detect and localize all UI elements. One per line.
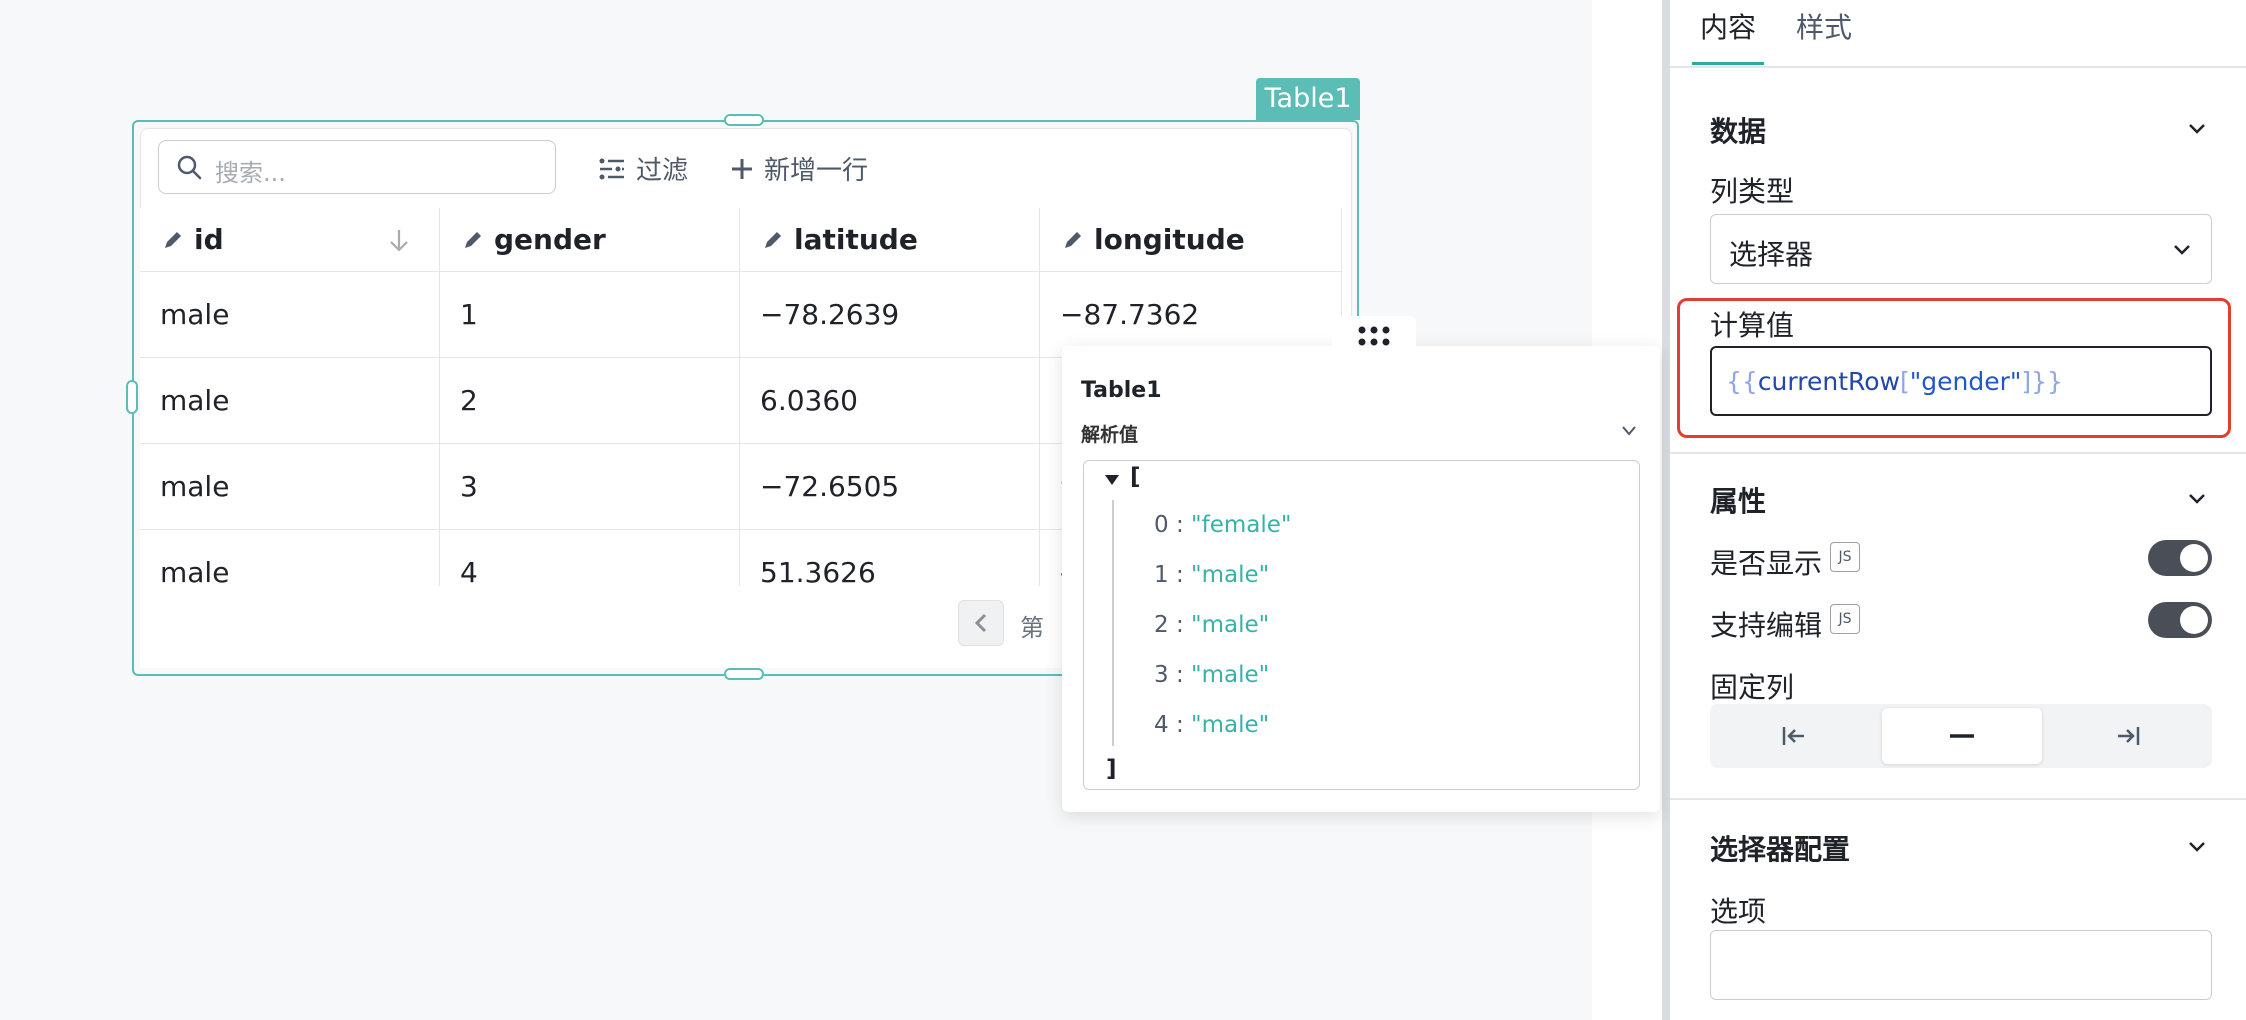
section-divider: [1670, 452, 2246, 454]
sort-down-icon[interactable]: [388, 228, 410, 254]
json-open-bracket: [: [1130, 464, 1141, 490]
chevron-down-icon[interactable]: [2186, 836, 2208, 858]
table-cell[interactable]: 1: [440, 272, 740, 358]
filter-label: 过滤: [636, 156, 689, 186]
prev-page-button[interactable]: [958, 600, 1004, 646]
column-title: latitude: [794, 223, 918, 256]
plus-icon: [732, 158, 752, 179]
json-close-bracket: ]: [1106, 756, 1117, 782]
popup-subtitle: 解析值: [1081, 424, 1139, 446]
column-header-gender[interactable]: gender: [440, 208, 740, 272]
add-row-button[interactable]: 新增一行: [730, 150, 868, 187]
edit-icon: [1065, 231, 1081, 248]
visible-toggle[interactable]: [2148, 540, 2212, 576]
section-title-data: 数据: [1710, 115, 1767, 148]
filter-icon: [599, 158, 624, 179]
table-cell[interactable]: male: [140, 358, 440, 444]
computed-value-label: 计算值: [1710, 309, 1795, 342]
search-input[interactable]: 搜索...: [158, 140, 556, 194]
editable-toggle[interactable]: [2148, 602, 2212, 638]
json-item: 1 : "male": [1154, 562, 1270, 588]
table-cell[interactable]: male: [140, 272, 440, 358]
chevron-down-icon: [2174, 245, 2190, 255]
widget-name-tag[interactable]: Table1: [1256, 78, 1360, 120]
resize-handle-top[interactable]: [724, 114, 764, 126]
section-divider: [1670, 798, 2246, 800]
minus-icon: [1950, 734, 1974, 738]
json-indent-guide: [1112, 500, 1114, 746]
edit-icon: [765, 231, 781, 248]
visible-label: 是否显示: [1710, 547, 1823, 580]
options-label: 选项: [1710, 895, 1767, 928]
tab-divider: [1670, 66, 2246, 68]
table-cell[interactable]: 2: [440, 358, 740, 444]
editable-label: 支持编辑: [1710, 609, 1823, 642]
js-badge[interactable]: JS: [1830, 542, 1860, 572]
pin-left-button[interactable]: [1714, 708, 1874, 764]
pin-left-icon: [1782, 727, 1804, 745]
tab-content[interactable]: 内容: [1700, 6, 1756, 46]
json-item: 2 : "male": [1154, 612, 1270, 638]
select-value: 选择器: [1729, 238, 1814, 271]
table-cell[interactable]: 6.0360: [740, 358, 1040, 444]
chevron-down-icon[interactable]: [1620, 424, 1638, 438]
column-type-select[interactable]: 选择器: [1710, 214, 2212, 284]
active-tab-indicator: [1692, 62, 1764, 65]
popup-drag-handle[interactable]: [1332, 316, 1416, 356]
column-title: longitude: [1094, 223, 1245, 256]
collapse-triangle-icon[interactable]: [1103, 472, 1121, 488]
column-header-latitude[interactable]: latitude: [740, 208, 1040, 272]
column-header-id[interactable]: id: [140, 208, 440, 272]
table-cell[interactable]: 3: [440, 444, 740, 530]
section-title-selector: 选择器配置: [1710, 833, 1851, 866]
search-icon: [177, 155, 202, 180]
edit-icon: [465, 231, 481, 248]
column-title: gender: [494, 223, 606, 256]
drag-grip-icon: [1358, 326, 1390, 346]
toggle-knob: [2180, 544, 2208, 572]
section-title-props: 属性: [1710, 485, 1767, 518]
table-cell[interactable]: male: [140, 444, 440, 530]
pin-right-button[interactable]: [2048, 708, 2208, 764]
pin-none-button[interactable]: [1882, 708, 2042, 764]
pin-right-icon: [2118, 727, 2140, 745]
column-type-label: 列类型: [1710, 175, 1795, 208]
edit-icon: [165, 231, 181, 248]
column-header-longitude[interactable]: longitude: [1040, 208, 1342, 272]
table-cell[interactable]: −72.6505: [740, 444, 1040, 530]
resize-handle-left[interactable]: [126, 380, 138, 414]
add-row-label: 新增一行: [764, 156, 869, 186]
json-item: 3 : "male": [1154, 662, 1270, 688]
toggle-knob: [2180, 606, 2208, 634]
json-item: 4 : "male": [1154, 712, 1270, 738]
search-placeholder: 搜索...: [215, 159, 286, 187]
column-title: id: [194, 223, 224, 256]
json-item: 0 : "female": [1154, 512, 1292, 538]
filter-button[interactable]: 过滤: [598, 150, 688, 187]
table-cell[interactable]: −78.2639: [740, 272, 1040, 358]
page-label: 第: [1020, 614, 1044, 642]
resize-handle-bottom[interactable]: [724, 668, 764, 680]
popup-title: Table1: [1081, 378, 1162, 403]
js-badge[interactable]: JS: [1830, 604, 1860, 634]
tab-style[interactable]: 样式: [1796, 6, 1852, 46]
chevron-down-icon[interactable]: [2186, 488, 2208, 510]
computed-value-input[interactable]: {{currentRow["gender"]}}: [1710, 346, 2212, 416]
panel-splitter[interactable]: [1662, 0, 1670, 1020]
chevron-left-icon: [974, 613, 987, 633]
chevron-down-icon[interactable]: [2186, 118, 2208, 140]
pin-column-label: 固定列: [1710, 671, 1795, 704]
options-input[interactable]: [1710, 930, 2212, 1000]
